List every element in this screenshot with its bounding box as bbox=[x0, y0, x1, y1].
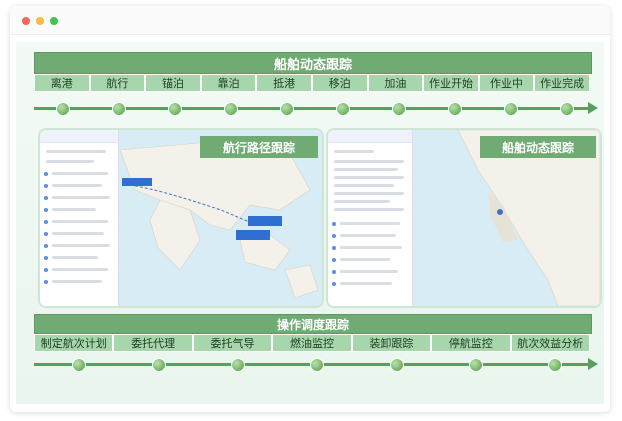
sidebar-row[interactable] bbox=[334, 168, 398, 171]
sidebar-marker-icon bbox=[44, 220, 48, 224]
stage-shifting[interactable]: 移泊 bbox=[311, 74, 368, 92]
sidebar-row[interactable] bbox=[340, 234, 396, 237]
vessel-info-sidebar bbox=[328, 130, 413, 306]
main-content: 船舶动态跟踪 离港 航行 锚泊 靠泊 抵港 移泊 加油 作业开始 作业中 作业完… bbox=[16, 42, 604, 404]
timeline-dot bbox=[560, 102, 574, 116]
sidebar-row[interactable] bbox=[340, 222, 400, 225]
sidebar-marker-icon bbox=[44, 184, 48, 188]
minimize-dot-icon[interactable] bbox=[36, 17, 44, 25]
stage-row: 离港 航行 锚泊 靠泊 抵港 移泊 加油 作业开始 作业中 作业完成 bbox=[34, 74, 590, 92]
ops-stage-agent[interactable]: 委托代理 bbox=[113, 334, 193, 352]
sidebar-row[interactable] bbox=[340, 258, 390, 261]
sidebar-row[interactable] bbox=[340, 270, 398, 273]
vessel-dynamic-panel: 船舶动态跟踪 bbox=[326, 128, 602, 308]
stage-depart[interactable]: 离港 bbox=[34, 74, 90, 92]
stage-bunkering[interactable]: 加油 bbox=[367, 74, 424, 92]
ops-stage-voyage-plan[interactable]: 制定航次计划 bbox=[34, 334, 114, 352]
timeline-dot bbox=[72, 358, 86, 372]
sidebar-row[interactable] bbox=[52, 196, 110, 199]
close-dot-icon[interactable] bbox=[22, 17, 30, 25]
ops-stage-cargo-tracking[interactable]: 装卸跟踪 bbox=[351, 334, 432, 352]
sidebar-marker-icon bbox=[332, 258, 336, 262]
timeline-dot bbox=[56, 102, 70, 116]
sidebar-marker-icon bbox=[44, 232, 48, 236]
timeline-dot bbox=[168, 102, 182, 116]
sidebar-header bbox=[40, 130, 118, 143]
sidebar-row[interactable] bbox=[334, 192, 404, 195]
sidebar-marker-icon bbox=[44, 268, 48, 272]
sidebar-marker-icon bbox=[44, 280, 48, 284]
sidebar-row[interactable] bbox=[52, 220, 108, 223]
stage-in-operation[interactable]: 作业中 bbox=[478, 74, 535, 92]
sidebar-row[interactable] bbox=[340, 282, 392, 285]
sidebar-row[interactable] bbox=[52, 256, 98, 259]
stage-operation-complete[interactable]: 作业完成 bbox=[534, 74, 590, 92]
sidebar-marker-icon bbox=[44, 196, 48, 200]
dynamic-tracking-title: 船舶动态跟踪 bbox=[273, 57, 352, 73]
timeline-dot bbox=[504, 102, 518, 116]
sidebar-marker-icon bbox=[332, 282, 336, 286]
timeline-dot bbox=[280, 102, 294, 116]
sidebar-marker-icon bbox=[332, 234, 336, 238]
sidebar-row[interactable] bbox=[46, 160, 94, 163]
sidebar-marker-icon bbox=[332, 246, 336, 250]
sidebar-row[interactable] bbox=[52, 172, 108, 175]
timeline-dot bbox=[152, 358, 166, 372]
timeline-dot bbox=[448, 102, 462, 116]
timeline-dot bbox=[390, 358, 404, 372]
sidebar-row[interactable] bbox=[334, 208, 404, 211]
sidebar-row[interactable] bbox=[52, 268, 108, 271]
timeline-dot bbox=[336, 102, 350, 116]
ops-stage-voyage-analysis[interactable]: 航次效益分析 bbox=[510, 334, 590, 352]
sidebar-row[interactable] bbox=[46, 150, 106, 153]
ops-stage-offhire-monitoring[interactable]: 停航监控 bbox=[431, 334, 511, 352]
timeline-dot bbox=[469, 358, 483, 372]
sidebar-marker-icon bbox=[44, 244, 48, 248]
ops-stage-row: 制定航次计划 委托代理 委托气导 燃油监控 装卸跟踪 停航监控 航次效益分析 bbox=[34, 334, 590, 352]
sidebar-marker-icon bbox=[44, 172, 48, 176]
timeline-dot bbox=[548, 358, 562, 372]
ops-stage-fuel-monitoring[interactable]: 燃油监控 bbox=[272, 334, 352, 352]
sidebar-marker-icon bbox=[332, 222, 336, 226]
stage-sailing[interactable]: 航行 bbox=[89, 74, 146, 92]
route-tracking-panel: 航行路径跟踪 bbox=[38, 128, 324, 308]
timeline-dot bbox=[231, 358, 245, 372]
stage-operation-start[interactable]: 作业开始 bbox=[423, 74, 479, 92]
sidebar-row[interactable] bbox=[334, 160, 404, 163]
maximize-dot-icon[interactable] bbox=[50, 17, 58, 25]
stage-berthing[interactable]: 靠泊 bbox=[200, 74, 257, 92]
bottom-timeline-arrow-icon bbox=[588, 358, 598, 370]
sidebar-header bbox=[328, 130, 412, 143]
ops-tracking-header: 操作调度跟踪 bbox=[34, 314, 592, 334]
voyage-list-sidebar bbox=[40, 130, 119, 306]
timeline-dot bbox=[112, 102, 126, 116]
route-tracking-title: 航行路径跟踪 bbox=[200, 136, 318, 158]
timeline-dot bbox=[224, 102, 238, 116]
window-titlebar bbox=[10, 6, 610, 35]
sidebar-row[interactable] bbox=[334, 176, 404, 179]
stage-arrival[interactable]: 抵港 bbox=[256, 74, 312, 92]
ops-stage-weather-routing[interactable]: 委托气导 bbox=[192, 334, 273, 352]
sidebar-row[interactable] bbox=[52, 232, 104, 235]
sidebar-row[interactable] bbox=[334, 150, 374, 153]
timeline-dot bbox=[392, 102, 406, 116]
dynamic-tracking-header: 船舶动态跟踪 bbox=[34, 52, 592, 74]
top-timeline-arrow-icon bbox=[588, 102, 598, 114]
stage-anchoring[interactable]: 锚泊 bbox=[145, 74, 201, 92]
sidebar-marker-icon bbox=[332, 270, 336, 274]
sidebar-row[interactable] bbox=[334, 184, 394, 187]
ops-tracking-title: 操作调度跟踪 bbox=[276, 317, 349, 332]
vessel-dynamic-title: 船舶动态跟踪 bbox=[480, 136, 596, 158]
sidebar-row[interactable] bbox=[52, 184, 102, 187]
sidebar-marker-icon bbox=[44, 256, 48, 260]
sidebar-marker-icon bbox=[44, 208, 48, 212]
sidebar-row[interactable] bbox=[334, 200, 390, 203]
sidebar-row[interactable] bbox=[52, 208, 96, 211]
app-window: 船舶动态跟踪 离港 航行 锚泊 靠泊 抵港 移泊 加油 作业开始 作业中 作业完… bbox=[10, 6, 610, 412]
sidebar-row[interactable] bbox=[340, 246, 402, 249]
sidebar-row[interactable] bbox=[52, 280, 102, 283]
sidebar-row[interactable] bbox=[52, 244, 110, 247]
timeline-dot bbox=[310, 358, 324, 372]
